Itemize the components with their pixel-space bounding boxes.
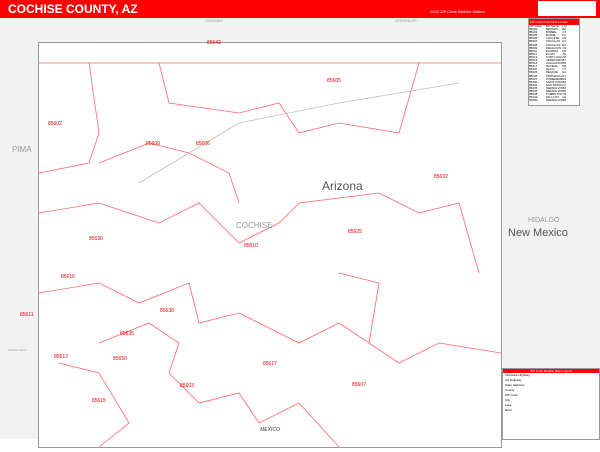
zip-label: 85650: [113, 356, 127, 362]
zip-label: 85632: [434, 174, 448, 180]
county-label-santa-cruz: SANTA CRUZ: [8, 348, 27, 352]
county-label-graham: GRAHAM: [205, 18, 223, 23]
zip-label: 85630: [89, 236, 103, 242]
index-cell: B6: [562, 99, 567, 103]
zip-label: 85613: [54, 354, 68, 360]
zip-index-table: ZIP Code Index/Grid Locator ZIP Code ZIP …: [528, 18, 580, 106]
index-cell: 85650: [529, 99, 538, 103]
zip-label: 85606: [196, 141, 210, 147]
zip-label: 85603: [180, 383, 194, 389]
zip-label: 85635: [120, 331, 134, 337]
zip-label: 85610: [244, 243, 258, 249]
zip-label: 85617: [263, 361, 277, 367]
zip-label: 85616: [61, 274, 75, 280]
county-label-hidalgo: HIDALGO: [528, 217, 560, 224]
zip-label: 85643: [207, 40, 221, 46]
state-label-arizona: Arizona: [322, 179, 363, 193]
map-title: COCHISE COUNTY, AZ: [8, 2, 138, 16]
zip-label: 85625: [348, 229, 362, 235]
zip-boundaries: [38, 62, 502, 448]
map-legend: ZIP Code Redline Map Legend Interstate H…: [502, 368, 600, 440]
county-area: [38, 42, 502, 448]
zip-label: 85607: [352, 382, 366, 388]
zip-label: 85611: [20, 312, 34, 318]
legend-item: River: [505, 408, 513, 412]
index-row: 85650 SIERRA VISTAB6: [529, 99, 579, 102]
edition-label: 2020 ZIP Code Redline Edition: [430, 9, 485, 14]
zip-label: 85605: [327, 78, 341, 84]
county-label-pima: PIMA: [12, 145, 32, 154]
zip-label: 85615: [92, 398, 106, 404]
header: COCHISE COUNTY, AZ 2020 ZIP Code Redline…: [0, 0, 600, 18]
zip-label: 85609: [146, 141, 160, 147]
zip-label: 85638: [160, 308, 174, 314]
county-label-greenlee: GREENLEE: [395, 18, 417, 23]
country-label-mexico: MEXICO: [260, 427, 280, 433]
state-label-new-mexico: New Mexico: [508, 227, 568, 239]
logo: [538, 1, 596, 16]
county-label-cochise: COCHISE: [236, 221, 273, 230]
index-cell: SIERRA VISTA: [545, 99, 563, 103]
zip-label: 85602: [48, 121, 62, 127]
